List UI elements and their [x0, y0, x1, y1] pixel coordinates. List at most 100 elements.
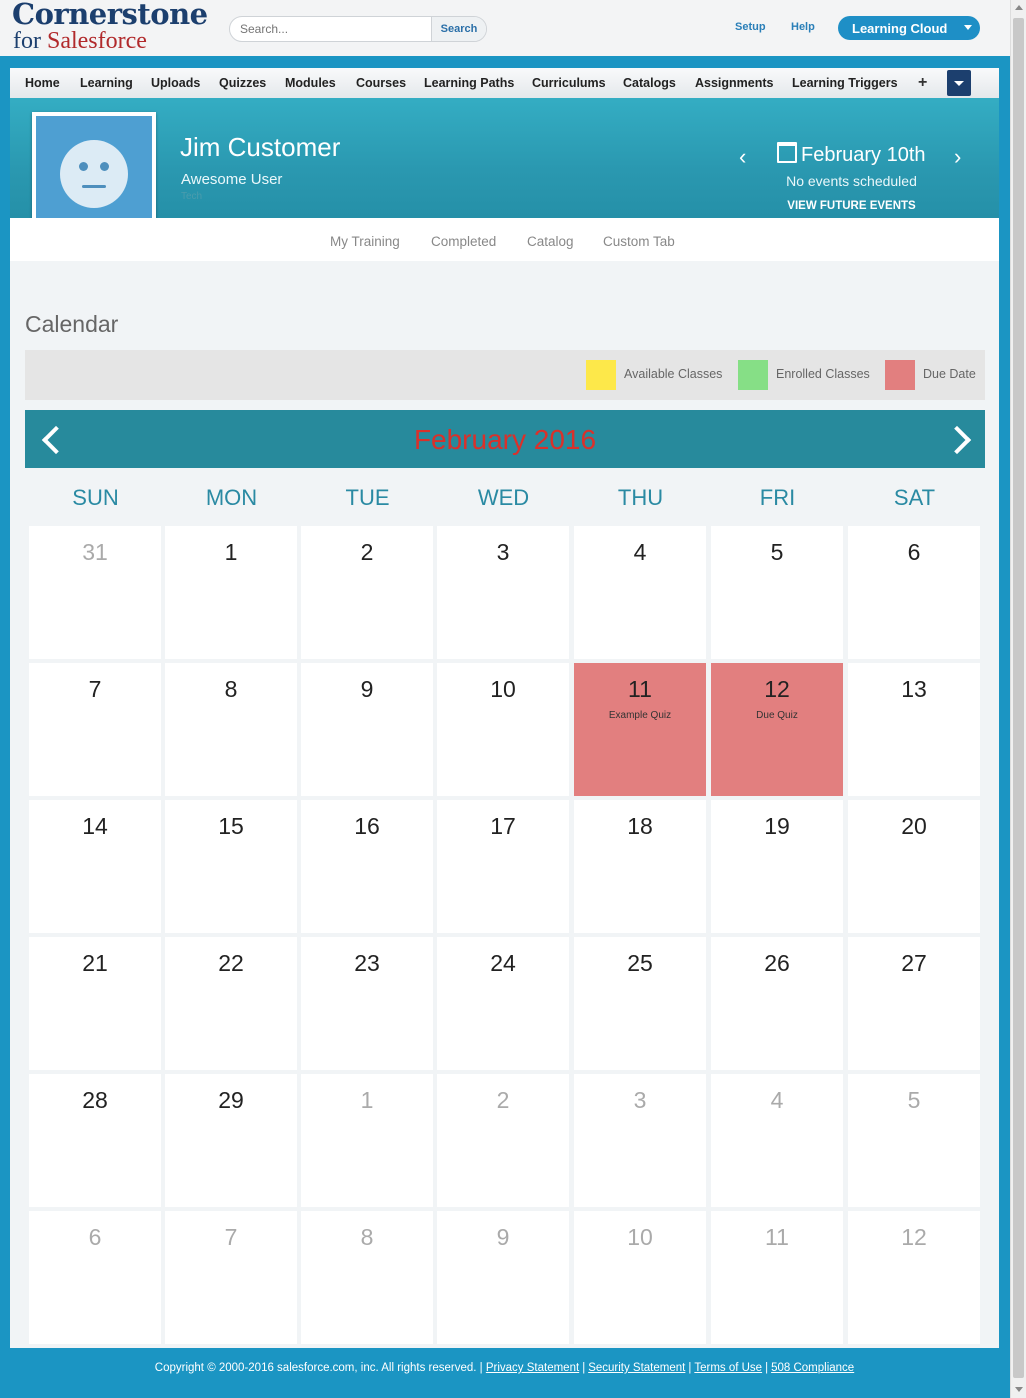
calendar-day-cell[interactable]: 5: [848, 1074, 980, 1207]
calendar-day-cell[interactable]: 8: [301, 1211, 433, 1344]
calendar-day-cell[interactable]: 11: [711, 1211, 843, 1344]
calendar-day-cell[interactable]: 2: [437, 1074, 569, 1207]
calendar-day-cell[interactable]: 17: [437, 800, 569, 933]
calendar-day-cell[interactable]: 15: [165, 800, 297, 933]
day-number: 10: [490, 676, 516, 702]
app-menu-button[interactable]: Learning Cloud: [838, 16, 980, 40]
footer-copyright: Copyright © 2000-2016 salesforce.com, in…: [154, 1362, 483, 1374]
calendar-day-cell[interactable]: 14: [29, 800, 161, 933]
day-number: 9: [360, 676, 374, 702]
calendar-day-cell[interactable]: 11 Example Quiz: [574, 663, 706, 796]
calendar-day-cell[interactable]: 7: [165, 1211, 297, 1344]
calendar-day-cell[interactable]: 1: [301, 1074, 433, 1207]
calendar-day-cell[interactable]: 3: [437, 526, 569, 659]
tab-completed[interactable]: Completed: [431, 234, 496, 249]
calendar-day-cell[interactable]: 20: [848, 800, 980, 933]
tab-catalog[interactable]: Catalog: [527, 234, 574, 249]
day-number: 13: [901, 676, 927, 702]
user-name: Jim Customer: [180, 132, 341, 162]
calendar-day-cell[interactable]: 1: [165, 526, 297, 659]
user-department: Tech: [181, 191, 203, 202]
day-number: 29: [218, 1087, 244, 1113]
privacy-statement-link[interactable]: Privacy Statement: [486, 1362, 579, 1374]
calendar-day-cell[interactable]: 27: [848, 937, 980, 1070]
terms-of-use-link[interactable]: Terms of Use: [694, 1362, 762, 1374]
prev-day-icon[interactable]: ‹: [739, 144, 746, 170]
weekday-label: SUN: [72, 485, 119, 510]
compliance-508-link[interactable]: 508 Compliance: [771, 1362, 854, 1374]
calendar-day-cell[interactable]: 13: [848, 663, 980, 796]
calendar-day-cell[interactable]: 4: [574, 526, 706, 659]
next-day-icon[interactable]: ›: [954, 144, 961, 170]
calendar-day-cell[interactable]: 21: [29, 937, 161, 1070]
nav-tab-catalogs[interactable]: Catalogs: [623, 68, 676, 98]
nav-tab-learning-paths[interactable]: Learning Paths: [424, 68, 514, 98]
brand-logo-for: for: [13, 28, 41, 54]
calendar-day-cell[interactable]: 9: [437, 1211, 569, 1344]
calendar-day-cell[interactable]: 3: [574, 1074, 706, 1207]
scroll-down-icon[interactable]: [1015, 1387, 1023, 1392]
calendar-day-cell[interactable]: 25: [574, 937, 706, 1070]
nav-tab-learning[interactable]: Learning: [80, 68, 133, 98]
footer-separator: |: [688, 1362, 692, 1374]
day-event-label[interactable]: Example Quiz: [574, 710, 706, 721]
scroll-up-icon[interactable]: [1015, 5, 1023, 10]
tab-my-training[interactable]: My Training: [330, 234, 400, 249]
nav-tab-curriculums[interactable]: Curriculums: [532, 68, 606, 98]
calendar-day-cell[interactable]: 4: [711, 1074, 843, 1207]
scrollbar-thumb[interactable]: [1013, 18, 1024, 1378]
nav-tab-courses[interactable]: Courses: [356, 68, 406, 98]
day-number: 20: [901, 813, 927, 839]
day-number: 9: [496, 1224, 510, 1250]
tab-custom[interactable]: Custom Tab: [603, 234, 675, 249]
security-statement-link[interactable]: Security Statement: [588, 1362, 685, 1374]
calendar-day-cell[interactable]: 10: [574, 1211, 706, 1344]
nav-tab-uploads[interactable]: Uploads: [151, 68, 200, 98]
page-title: Calendar: [25, 311, 119, 337]
footer-separator: |: [765, 1362, 769, 1374]
setup-link[interactable]: Setup: [735, 21, 766, 33]
calendar-day-cell[interactable]: 22: [165, 937, 297, 1070]
calendar-day-cell[interactable]: 23: [301, 937, 433, 1070]
nav-tab-modules[interactable]: Modules: [285, 68, 336, 98]
calendar-day-cell[interactable]: 6: [848, 526, 980, 659]
calendar-day-cell[interactable]: 2: [301, 526, 433, 659]
nav-tab-assignments[interactable]: Assignments: [695, 68, 774, 98]
help-link[interactable]: Help: [791, 21, 815, 33]
calendar-day-cell[interactable]: 29: [165, 1074, 297, 1207]
day-event-label[interactable]: Due Quiz: [711, 710, 843, 721]
search-button[interactable]: Search: [431, 17, 486, 41]
day-number: 4: [633, 539, 647, 565]
calendar-day-cell[interactable]: 9: [301, 663, 433, 796]
calendar-day-cell[interactable]: 5: [711, 526, 843, 659]
calendar-day-cell[interactable]: 12: [848, 1211, 980, 1344]
calendar-day-cell[interactable]: 28: [29, 1074, 161, 1207]
brand-logo[interactable]: Cornerstone for Salesforce: [12, 0, 208, 53]
calendar-day-cell[interactable]: 19: [711, 800, 843, 933]
calendar-day-cell[interactable]: 10: [437, 663, 569, 796]
legend-label-available: Available Classes: [624, 367, 723, 381]
calendar-day-cell[interactable]: 8: [165, 663, 297, 796]
top-header: Cornerstone for Salesforce Search Setup …: [0, 0, 1010, 56]
nav-tab-learning-triggers[interactable]: Learning Triggers: [792, 68, 898, 98]
nav-tab-quizzes[interactable]: Quizzes: [219, 68, 266, 98]
calendar-day-cell[interactable]: 24: [437, 937, 569, 1070]
day-number: 5: [907, 1087, 921, 1113]
day-number: 16: [354, 813, 380, 839]
view-future-events-link[interactable]: VIEW FUTURE EVENTS: [710, 200, 993, 212]
calendar-day-cell[interactable]: 12 Due Quiz: [711, 663, 843, 796]
calendar-day-cell[interactable]: 26: [711, 937, 843, 1070]
calendar-day-cell[interactable]: 18: [574, 800, 706, 933]
sub-nav: My Training Completed Catalog Custom Tab: [10, 218, 999, 261]
nav-tab-home[interactable]: Home: [25, 68, 60, 98]
search-input[interactable]: [230, 17, 430, 41]
more-tabs-button[interactable]: [947, 70, 971, 96]
eye-icon: [100, 162, 109, 171]
calendar-day-cell[interactable]: 7: [29, 663, 161, 796]
page-scrollbar[interactable]: [1010, 0, 1026, 1398]
calendar-day-cell[interactable]: 31: [29, 526, 161, 659]
add-tab-icon[interactable]: +: [918, 68, 927, 98]
calendar-day-cell[interactable]: 16: [301, 800, 433, 933]
calendar-day-cell[interactable]: 6: [29, 1211, 161, 1344]
day-number: 3: [496, 539, 510, 565]
